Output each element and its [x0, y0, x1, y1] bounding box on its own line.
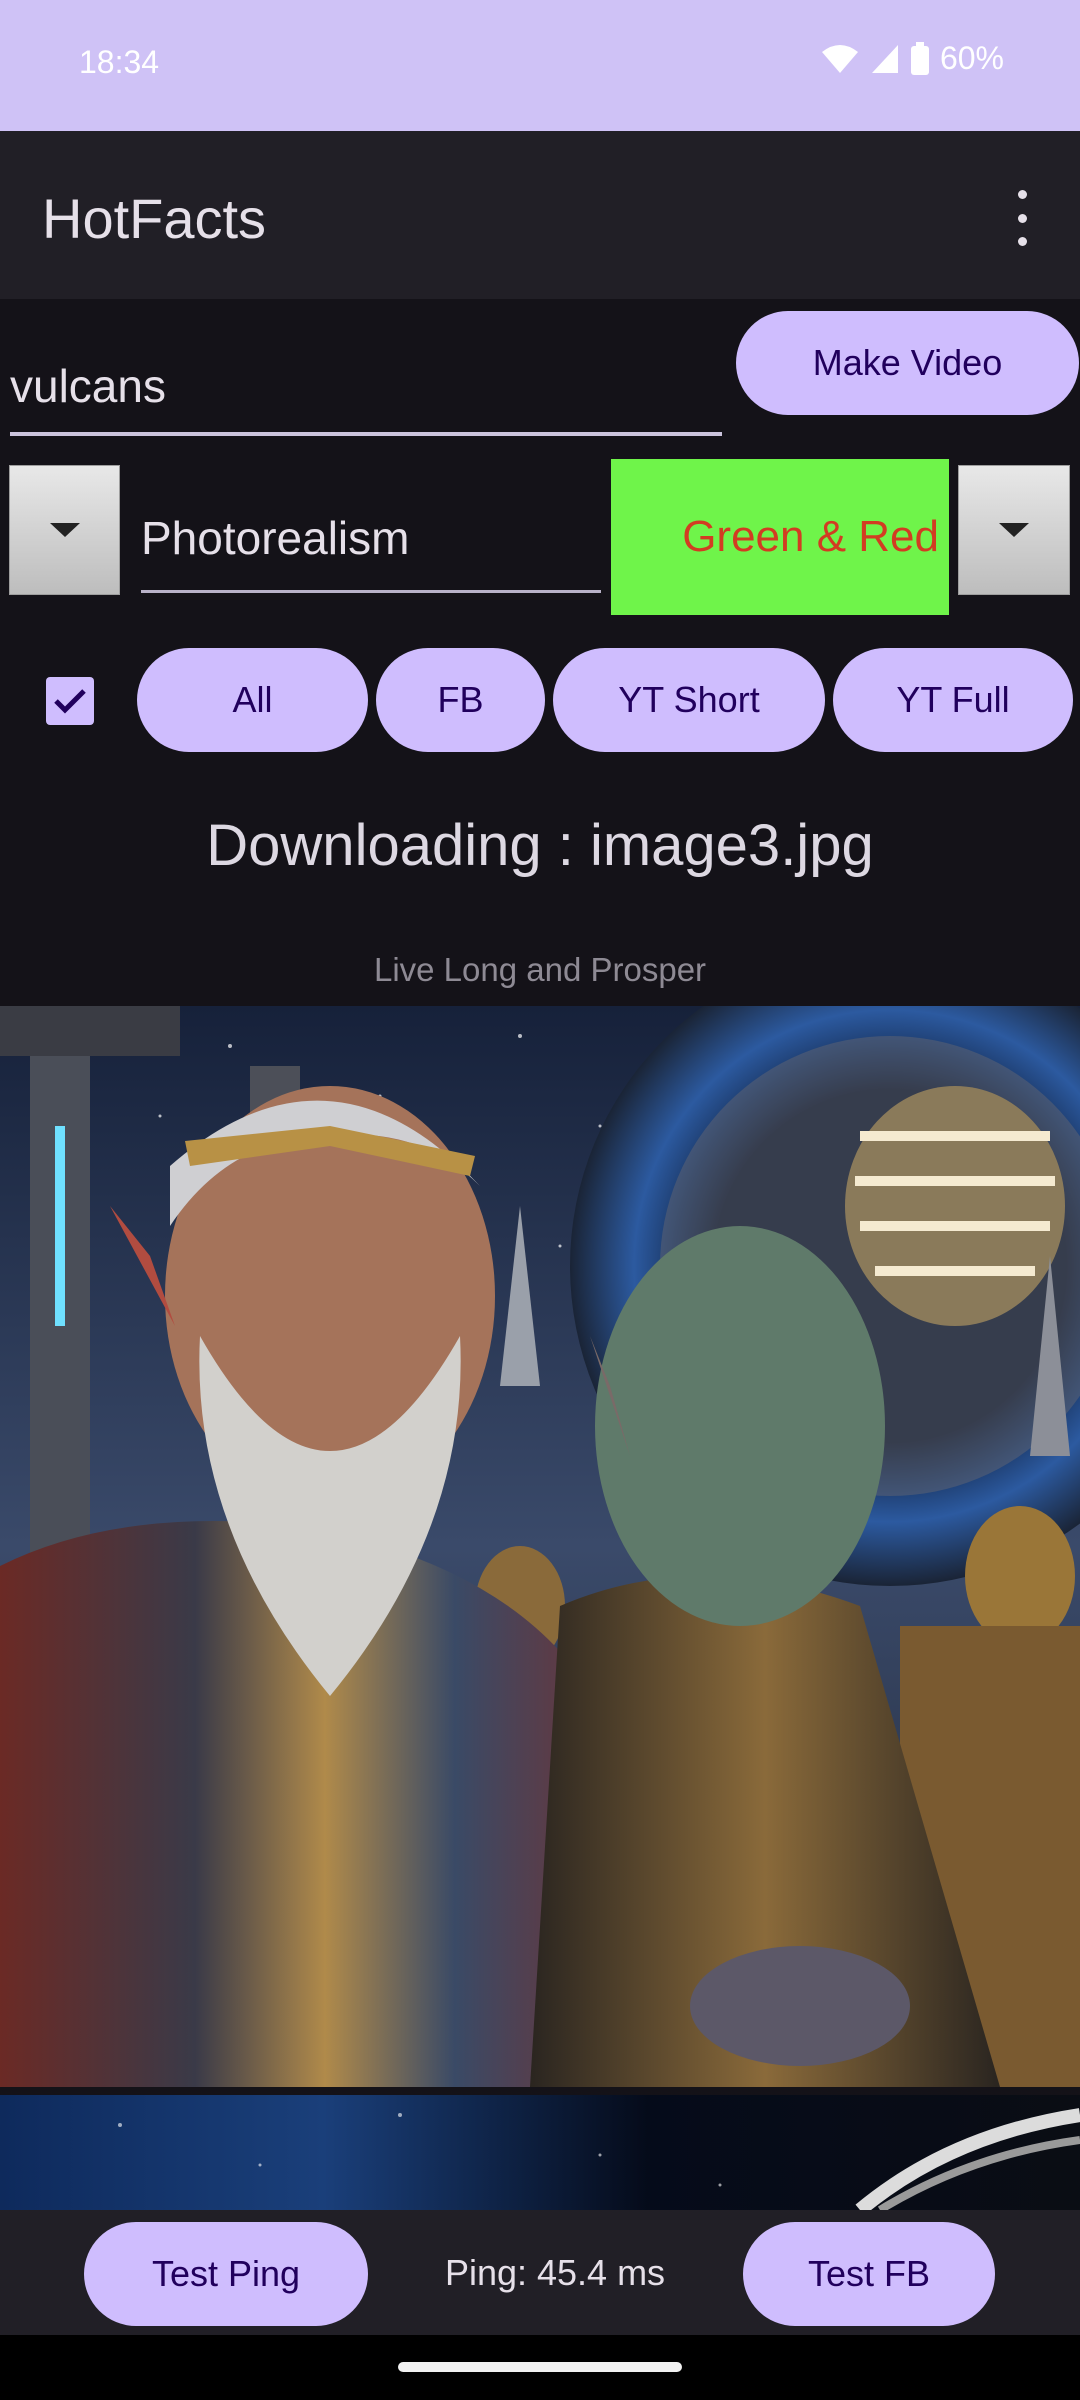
all-button[interactable]: All [137, 648, 368, 752]
wifi-icon [821, 44, 858, 73]
image-caption: Live Long and Prosper [373, 951, 707, 988]
home-indicator[interactable] [398, 2362, 682, 2372]
battery-icon [910, 41, 929, 75]
battery-percent: 60% [939, 40, 1004, 76]
check-icon [54, 689, 86, 714]
dropdown-arrow-icon [49, 523, 80, 537]
select-checkbox[interactable] [46, 677, 94, 725]
style-input[interactable] [141, 485, 601, 593]
signal-icon [871, 44, 898, 73]
style-dropdown-button[interactable] [9, 465, 120, 595]
test-fb-button[interactable]: Test FB [743, 2222, 995, 2326]
downloading-status: Downloading : image3.jpg [206, 813, 874, 878]
status-icons: 60% [820, 40, 1004, 77]
fb-button[interactable]: FB [376, 648, 545, 752]
yt-short-button[interactable]: YT Short [553, 648, 825, 752]
more-vert-icon[interactable] [1000, 190, 1044, 246]
yt-full-button[interactable]: YT Full [833, 648, 1073, 752]
topic-input[interactable] [10, 340, 722, 436]
dropdown-arrow-icon [999, 523, 1029, 537]
app-title: HotFacts [42, 187, 267, 250]
make-video-button[interactable]: Make Video [736, 311, 1079, 415]
status-time: 18:34 [79, 44, 160, 80]
generated-image [0, 1006, 1080, 2087]
next-image-preview [0, 2095, 1080, 2210]
color-scheme-selector[interactable]: Green & Red [611, 459, 949, 615]
color-dropdown-button[interactable] [958, 465, 1070, 595]
